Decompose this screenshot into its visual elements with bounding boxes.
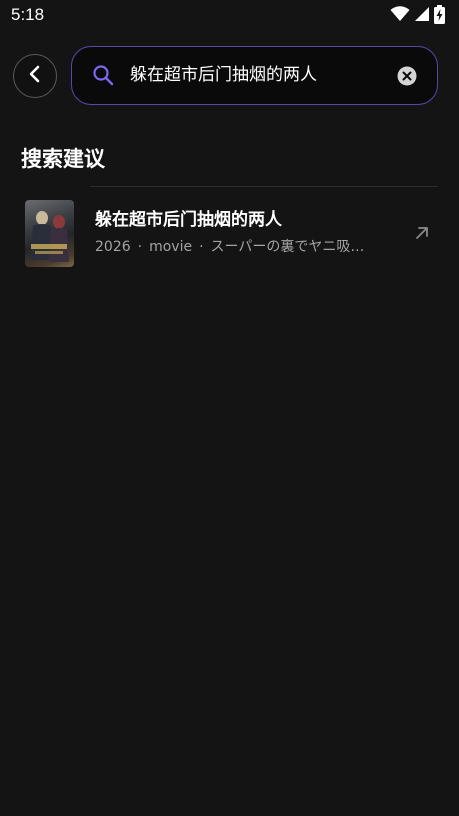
- suggestion-item[interactable]: 躲在超市后门抽烟的两人 2026 · movie · スーパーの裏でヤニ吸…: [0, 196, 459, 272]
- back-button[interactable]: [13, 54, 57, 98]
- status-time: 5:18: [11, 5, 45, 24]
- suggestion-type: movie: [149, 239, 193, 255]
- signal-icon: [414, 6, 430, 26]
- search-icon: [92, 64, 114, 86]
- status-icons: [390, 4, 445, 28]
- suggestion-title: 躲在超市后门抽烟的两人: [95, 210, 282, 230]
- meta-separator: ·: [199, 239, 204, 255]
- wifi-icon: [390, 6, 410, 26]
- section-title: 搜索建议: [21, 147, 105, 171]
- battery-charging-icon: [434, 4, 445, 28]
- poster-thumbnail: [25, 200, 74, 267]
- search-field[interactable]: 躲在超市后门抽烟的两人: [71, 46, 438, 105]
- divider: [90, 186, 438, 187]
- suggestion-meta: 2026 · movie · スーパーの裏でヤニ吸…: [95, 237, 364, 257]
- status-bar: 5:18: [0, 0, 459, 32]
- clear-icon[interactable]: [397, 66, 417, 86]
- search-input[interactable]: 躲在超市后门抽烟的两人: [130, 62, 317, 88]
- chevron-left-icon: [28, 65, 42, 87]
- meta-separator: ·: [137, 239, 143, 255]
- suggestion-year: 2026: [95, 239, 131, 255]
- arrow-up-right-icon[interactable]: [413, 224, 431, 242]
- suggestion-original-title: スーパーの裏でヤニ吸…: [210, 239, 365, 255]
